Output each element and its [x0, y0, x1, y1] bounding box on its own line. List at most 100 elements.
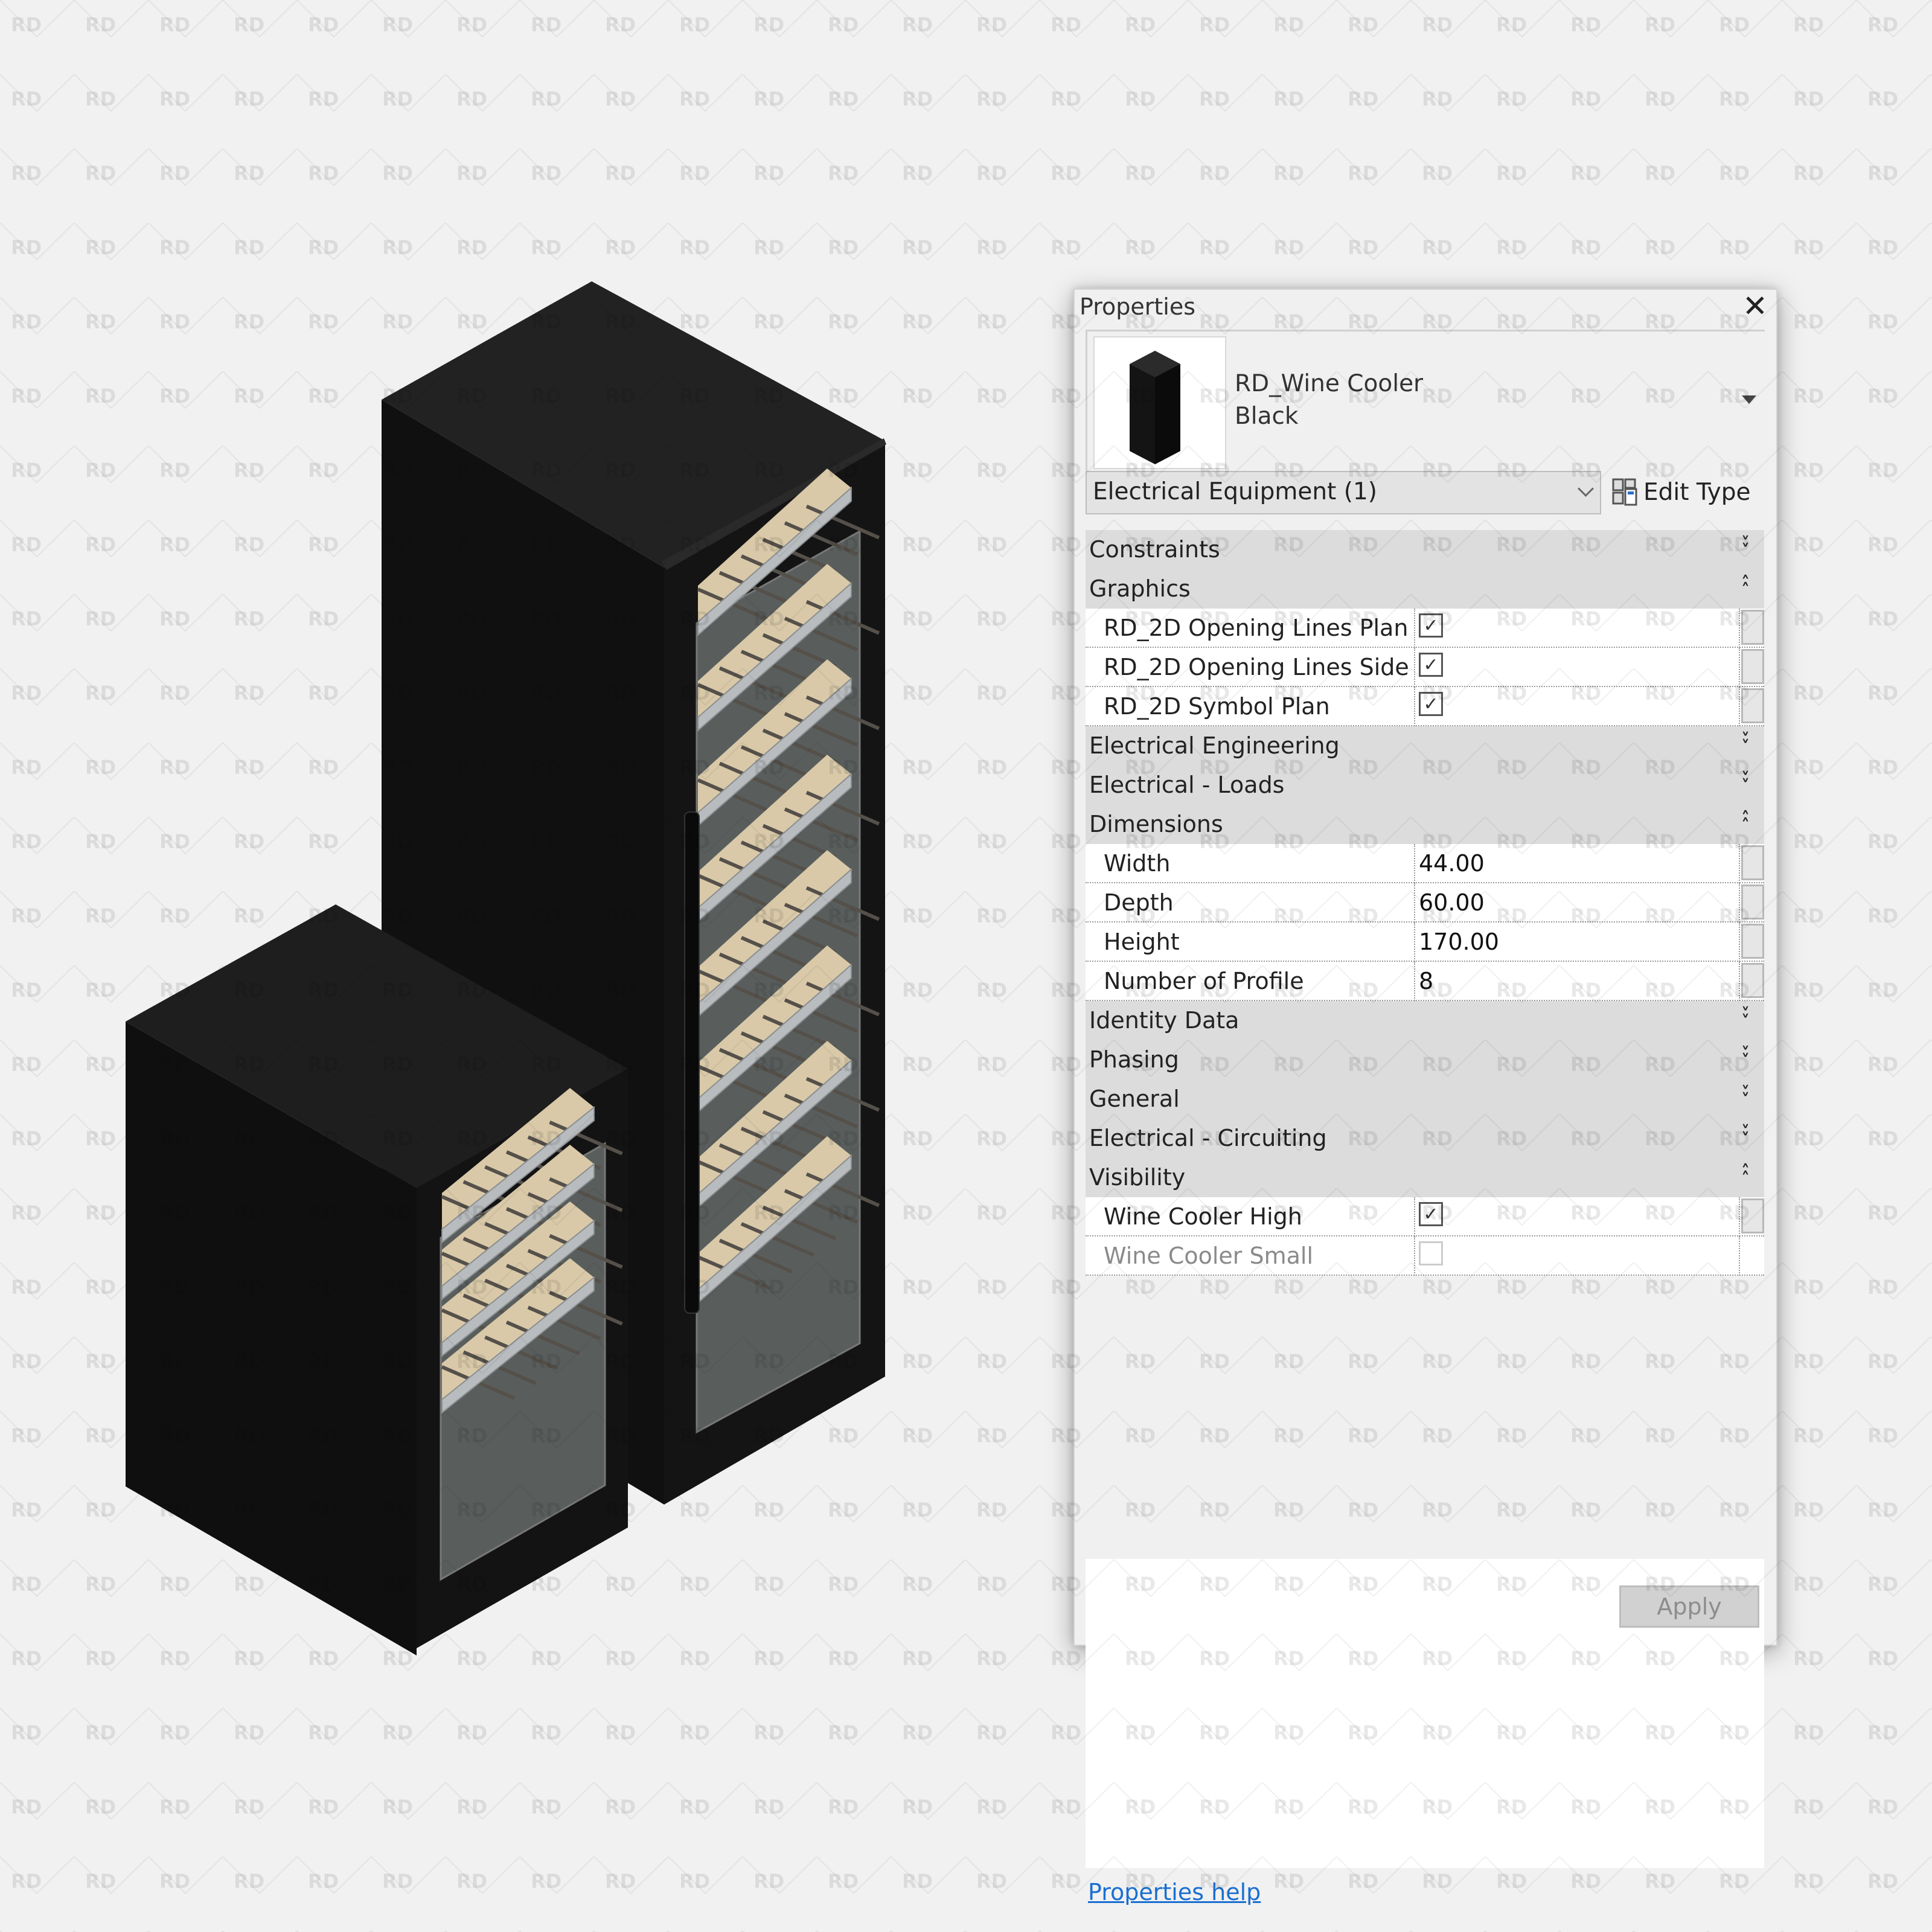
group-label: Identity Data [1089, 1007, 1239, 1034]
property-name: Width [1104, 850, 1171, 877]
property-row: Depth 60.00 [1086, 883, 1764, 923]
group-label: Electrical Engineering [1089, 732, 1340, 759]
type-variant: Black [1235, 403, 1299, 430]
column-divider [1739, 1236, 1740, 1276]
property-row: Height 170.00 [1086, 923, 1764, 962]
property-name: RD_2D Opening Lines Side [1104, 654, 1409, 680]
group-label: Dimensions [1089, 811, 1223, 837]
associate-parameter-button[interactable] [1741, 963, 1764, 998]
property-name: Number of Profile [1104, 968, 1304, 994]
property-row: Wine Cooler Small [1086, 1236, 1764, 1276]
group-header[interactable]: Graphics ˄ ˄ [1086, 569, 1764, 609]
column-divider [1414, 844, 1415, 883]
viewport-3d[interactable] [0, 0, 966, 1932]
property-name: Wine Cooler High [1104, 1203, 1302, 1230]
group-header[interactable]: Electrical - Circuiting ˅ ˅ [1086, 1119, 1764, 1158]
property-checkbox[interactable]: ✓ [1419, 613, 1443, 638]
property-value-input[interactable]: 44.00 [1419, 850, 1733, 880]
expand-chevrons-icon[interactable]: ˅ ˅ [1738, 1084, 1752, 1108]
type-name: RD_Wine Cooler Black [1235, 368, 1423, 433]
property-name: RD_2D Opening Lines Plan [1104, 615, 1409, 641]
property-checkbox [1419, 1241, 1443, 1265]
associate-parameter-button[interactable] [1741, 924, 1764, 959]
property-row: RD_2D Symbol Plan ✓ [1086, 687, 1764, 726]
group-header[interactable]: Constraints ˅ ˅ [1086, 530, 1764, 569]
property-row: Number of Profile 8 [1086, 962, 1764, 1001]
property-checkbox[interactable]: ✓ [1419, 692, 1443, 716]
column-divider [1739, 609, 1740, 648]
associate-parameter-button[interactable] [1741, 884, 1764, 920]
group-label: Electrical - Loads [1089, 772, 1285, 798]
group-header[interactable]: General ˅ ˅ [1086, 1080, 1764, 1119]
group-label: Visibility [1089, 1164, 1186, 1191]
expand-chevrons-icon[interactable]: ˅ ˅ [1738, 770, 1752, 795]
group-header[interactable]: Identity Data ˅ ˅ [1086, 1001, 1764, 1040]
column-divider [1414, 648, 1415, 687]
property-row: RD_2D Opening Lines Side ✓ [1086, 648, 1764, 687]
column-divider [1414, 609, 1415, 648]
property-value-input[interactable]: 60.00 [1419, 889, 1733, 920]
column-divider [1414, 962, 1415, 1001]
group-header[interactable]: Dimensions ˄ ˄ [1086, 805, 1764, 844]
column-divider [1414, 1197, 1415, 1236]
edit-type-icon [1612, 478, 1637, 506]
column-divider [1414, 923, 1415, 962]
property-checkbox[interactable]: ✓ [1419, 653, 1443, 677]
column-divider [1739, 648, 1740, 687]
group-label: Graphics [1089, 575, 1191, 602]
property-name: Wine Cooler Small [1104, 1243, 1314, 1269]
properties-help-link[interactable]: Properties help [1088, 1879, 1261, 1905]
type-family: RD_Wine Cooler [1235, 370, 1424, 397]
collapse-chevrons-icon[interactable]: ˄ ˄ [1738, 574, 1752, 598]
group-label: Constraints [1089, 536, 1220, 563]
category-dropdown[interactable]: Electrical Equipment (1) [1086, 471, 1601, 514]
expand-chevrons-icon[interactable]: ˅ ˅ [1738, 731, 1752, 755]
close-icon[interactable]: ✕ [1740, 289, 1770, 324]
column-divider [1739, 844, 1740, 883]
group-label: Phasing [1089, 1046, 1179, 1073]
property-row: Wine Cooler High ✓ [1086, 1197, 1764, 1236]
expand-chevrons-icon[interactable]: ˅ ˅ [1738, 535, 1752, 559]
associate-parameter-button[interactable] [1741, 610, 1764, 645]
property-name: Height [1104, 929, 1180, 955]
associate-parameter-button[interactable] [1741, 845, 1764, 880]
properties-panel: Properties ✕ RD_Wine Cooler Black Electr… [1073, 289, 1777, 1905]
panel-title: Properties [1080, 293, 1196, 320]
group-header[interactable]: Electrical Engineering ˅ ˅ [1086, 726, 1764, 766]
group-header[interactable]: Visibility ˄ ˄ [1086, 1158, 1764, 1197]
property-name: RD_2D Symbol Plan [1104, 693, 1330, 720]
group-label: General [1089, 1086, 1180, 1112]
column-divider [1739, 1197, 1740, 1236]
column-divider [1414, 687, 1415, 726]
expand-chevrons-icon[interactable]: ˅ ˅ [1738, 1006, 1752, 1030]
collapse-chevrons-icon[interactable]: ˄ ˄ [1738, 1163, 1752, 1187]
property-name: Depth [1104, 889, 1174, 916]
apply-button[interactable]: Apply [1619, 1585, 1759, 1628]
group-label: Electrical - Circuiting [1089, 1125, 1327, 1151]
associate-parameter-button[interactable] [1741, 1198, 1764, 1233]
property-value-input[interactable]: 8 [1419, 968, 1733, 998]
column-divider [1739, 687, 1740, 726]
column-divider [1414, 883, 1415, 923]
chevron-down-icon [1578, 481, 1594, 497]
tall-cooler-handle [684, 811, 700, 1314]
category-dropdown-value: Electrical Equipment (1) [1093, 478, 1377, 505]
property-value-input[interactable]: 170.00 [1419, 929, 1733, 959]
type-selector[interactable]: RD_Wine Cooler Black [1086, 330, 1765, 472]
group-header[interactable]: Electrical - Loads ˅ ˅ [1086, 766, 1764, 805]
property-row: RD_2D Opening Lines Plan ✓ [1086, 609, 1764, 648]
associate-parameter-button[interactable] [1741, 649, 1764, 684]
group-header[interactable]: Phasing ˅ ˅ [1086, 1040, 1764, 1080]
edit-type-label: Edit Type [1643, 478, 1751, 506]
edit-type-button[interactable]: Edit Type [1612, 472, 1751, 512]
column-divider [1414, 1236, 1415, 1276]
triangle-down-icon[interactable] [1742, 395, 1756, 404]
collapse-chevrons-icon[interactable]: ˄ ˄ [1738, 810, 1752, 834]
property-checkbox[interactable]: ✓ [1419, 1202, 1443, 1226]
property-row: Width 44.00 [1086, 844, 1764, 883]
expand-chevrons-icon[interactable]: ˅ ˅ [1738, 1045, 1752, 1069]
associate-parameter-button[interactable] [1741, 688, 1764, 723]
expand-chevrons-icon[interactable]: ˅ ˅ [1738, 1124, 1752, 1148]
column-divider [1739, 883, 1740, 923]
column-divider [1739, 962, 1740, 1001]
